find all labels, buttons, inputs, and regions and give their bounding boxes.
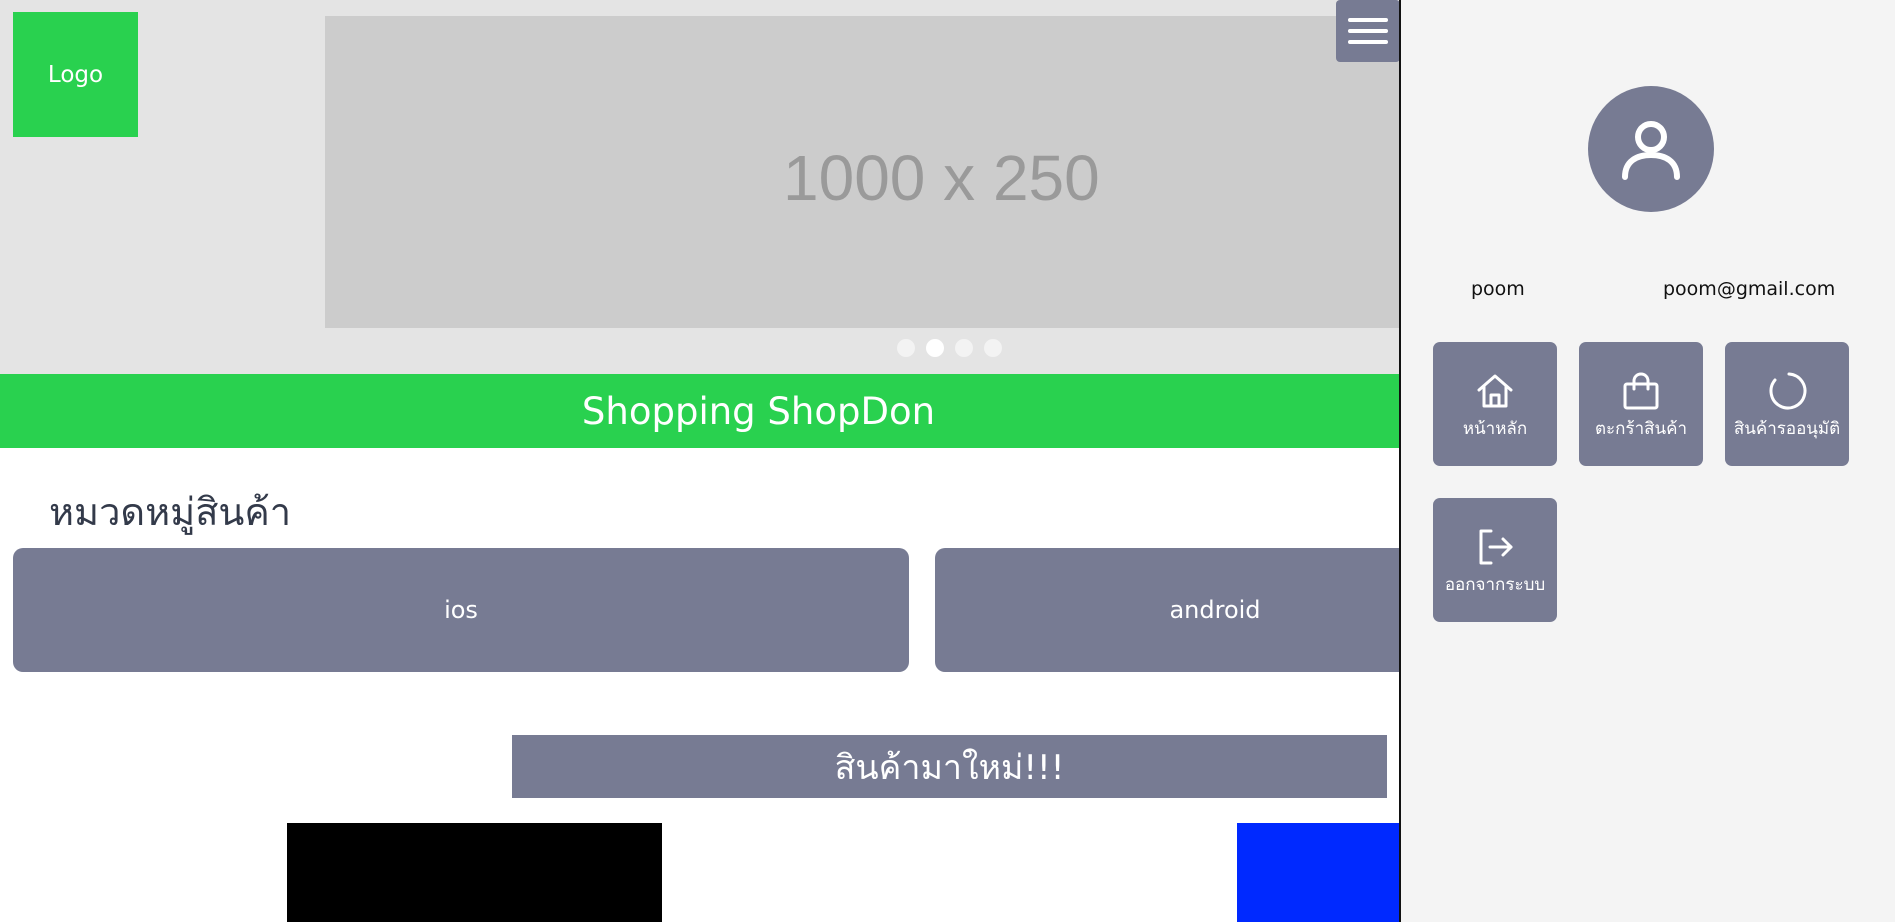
carousel-indicators [897, 339, 1002, 357]
menu-icon-bar [1348, 29, 1388, 33]
home-icon [1477, 374, 1513, 407]
product-card-image[interactable] [1237, 823, 1399, 922]
banner-placeholder-text: 1000 x 250 [783, 142, 1100, 214]
tile-label: ตะกร้าสินค้า [1594, 418, 1688, 439]
tile-label: สินค้ารออนุมัติ [1733, 418, 1841, 439]
menu-tile-pending[interactable]: สินค้ารออนุมัติ [1725, 342, 1849, 466]
main-content: Logo 1000 x 250 Shopping ShopDon หมวดหมู… [0, 0, 1399, 922]
user-name: poom [1471, 278, 1525, 300]
product-card-image[interactable] [287, 823, 662, 922]
categories-heading: หมวดหมู่สินค้า [49, 490, 292, 534]
category-card-ios[interactable]: ios [13, 548, 909, 672]
banner-image: 1000 x 250 [325, 16, 1399, 328]
tile-label: ออกจากระบบ [1444, 574, 1546, 595]
menu-icon-bar [1348, 40, 1388, 44]
menu-tile-cart[interactable]: ตะกร้าสินค้า [1579, 342, 1703, 466]
carousel-dot[interactable] [897, 339, 915, 357]
hamburger-menu-button[interactable] [1336, 0, 1399, 62]
shop-title-bar: Shopping ShopDon [0, 374, 1399, 448]
category-label: android [1169, 596, 1261, 624]
menu-tile-home[interactable]: หน้าหลัก [1433, 342, 1557, 466]
logo[interactable]: Logo [13, 12, 138, 137]
new-products-heading: สินค้ามาใหม่!!! [512, 735, 1387, 798]
user-icon [1622, 121, 1680, 180]
shopping-bag-icon [1623, 372, 1659, 409]
new-products-title: สินค้ามาใหม่!!! [834, 747, 1065, 788]
carousel-dot[interactable] [955, 339, 973, 357]
side-menu-panel: poom poom@gmail.com หน้าหลัก ตะกร้าสินค้… [1399, 0, 1895, 922]
shop-title: Shopping ShopDon [581, 389, 936, 433]
logout-icon [1479, 529, 1513, 564]
hero-section: Logo 1000 x 250 [0, 0, 1399, 374]
menu-icon-bar [1348, 18, 1388, 22]
logo-label: Logo [47, 61, 104, 88]
user-email: poom@gmail.com [1663, 278, 1836, 300]
carousel-dot[interactable] [984, 339, 1002, 357]
loading-icon [1769, 372, 1807, 409]
tile-label: หน้าหลัก [1462, 418, 1528, 439]
menu-tile-logout[interactable]: ออกจากระบบ [1433, 498, 1557, 622]
carousel-dot-active[interactable] [926, 339, 944, 357]
category-label: ios [444, 596, 478, 624]
category-card-android[interactable]: android [935, 548, 1399, 672]
avatar[interactable] [1588, 86, 1714, 212]
